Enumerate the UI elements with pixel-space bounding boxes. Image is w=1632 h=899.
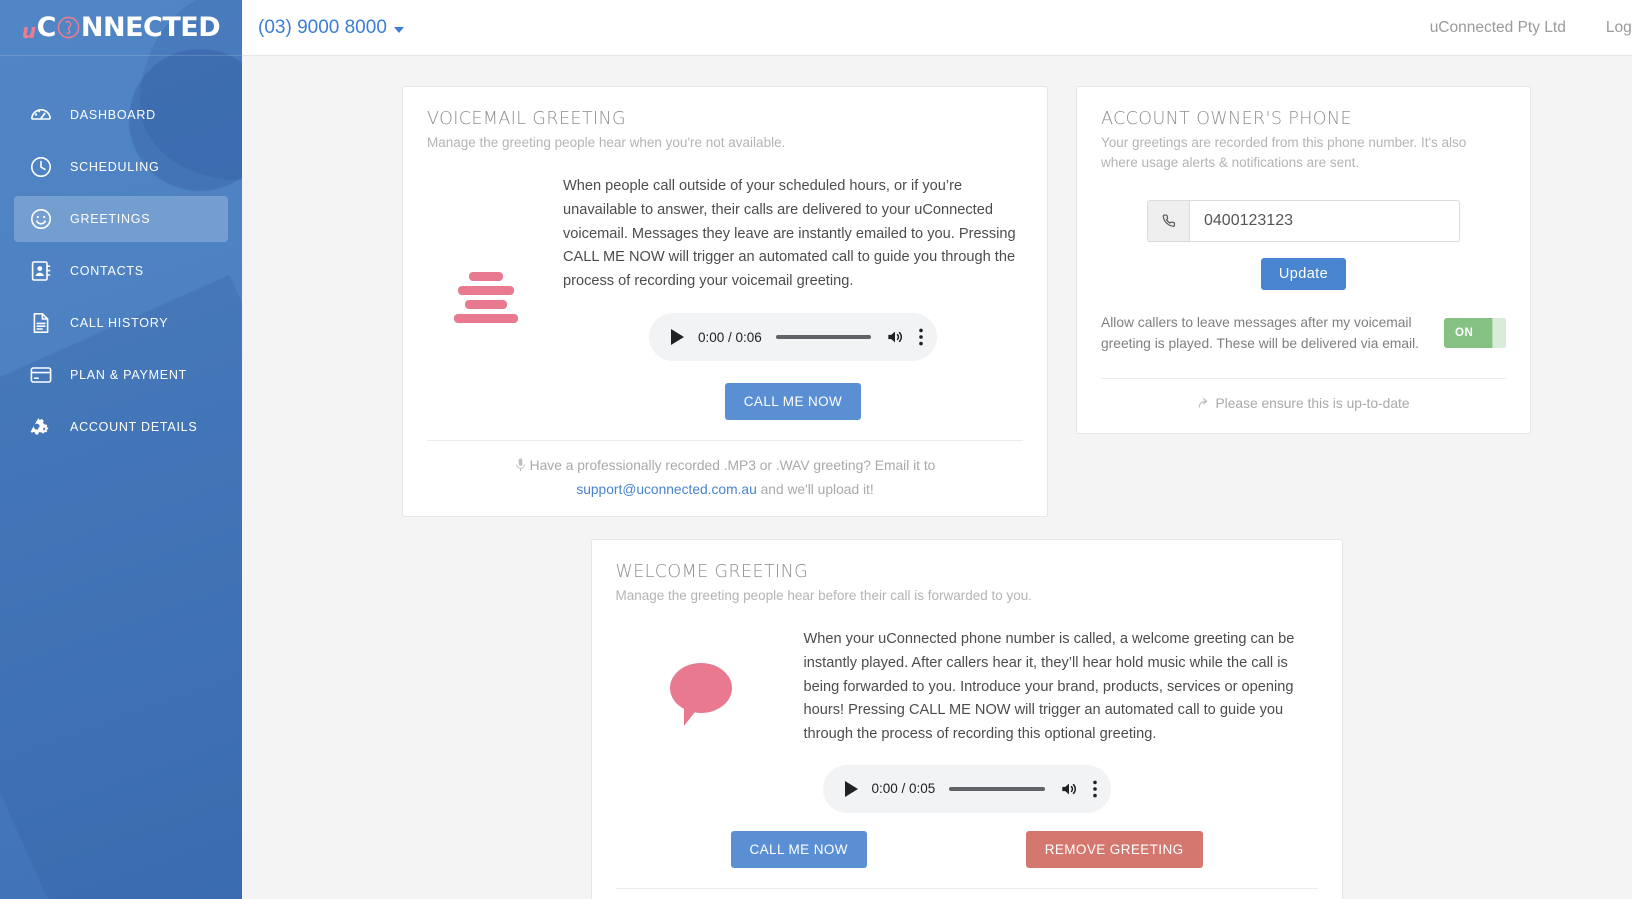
player-more-options-icon[interactable]	[919, 328, 923, 346]
volume-icon[interactable]	[885, 327, 905, 347]
welcome-description: When your uConnected phone number is cal…	[803, 631, 1295, 743]
sidebar-item-label: GREETINGS	[70, 212, 151, 226]
welcome-player-row: 0:00 / 0:05	[616, 764, 1318, 813]
update-phone-button[interactable]: Update	[1260, 257, 1347, 290]
welcome-player-time: 0:00 / 0:05	[871, 781, 936, 797]
voicemail-card-subtitle: Manage the greeting people hear when you…	[427, 135, 786, 150]
owner-phone-card-subtitle: Your greetings are recorded from this ph…	[1101, 135, 1467, 171]
sidebar-item-label: PLAN & PAYMENT	[70, 368, 188, 382]
logo-phone-circle-icon	[57, 16, 80, 39]
update-button-row: Update	[1101, 257, 1506, 290]
logo-u-letter: u	[21, 18, 36, 43]
voicemail-messages-toggle-row: Allow callers to leave messages after my…	[1101, 312, 1506, 359]
remove-greeting-button[interactable]: REMOVE GREETING	[1025, 830, 1203, 868]
sidebar-nav: DASHBOARD SCHEDULING GREETINGS CONTACTS …	[0, 56, 242, 450]
voicemail-description: When people call outside of your schedul…	[563, 178, 1016, 289]
voicemail-footer-text-before: Have a professionally recorded .MP3 or .…	[529, 458, 936, 474]
voicemail-card-title: VOICEMAIL GREETING	[427, 109, 626, 129]
gears-icon	[28, 414, 54, 440]
credit-card-icon	[28, 362, 54, 388]
welcome-card-footer: Exclusively for STANDARD & COMPLETE memb…	[615, 887, 1318, 899]
voicemail-card-body: When people call outside of your schedul…	[427, 153, 1023, 421]
welcome-card-body: When your uConnected phone number is cal…	[616, 606, 1318, 746]
microphone-icon	[515, 457, 526, 478]
voicemail-messages-toggle-label: Allow callers to leave messages after my…	[1101, 314, 1420, 351]
welcome-card-title: WELCOME GREETING	[615, 562, 809, 583]
voicemail-greeting-card: VOICEMAIL GREETING Manage the greeting p…	[402, 86, 1048, 518]
sidebar-item-plan-payment[interactable]: PLAN & PAYMENT	[14, 352, 228, 398]
arrow-curve-icon	[1197, 395, 1211, 416]
company-name[interactable]: uConnected Pty Ltd	[1430, 19, 1566, 37]
play-icon[interactable]	[671, 329, 684, 346]
main-area: (03) 9000 8000 uConnected Pty Ltd Log Ou…	[242, 0, 1632, 899]
logo-c-letter: C	[36, 12, 57, 43]
sidebar-item-label: ACCOUNT DETAILS	[70, 420, 198, 434]
welcome-card-row: WELCOME GREETING Manage the greeting peo…	[242, 539, 1632, 899]
welcome-greeting-card: WELCOME GREETING Manage the greeting peo…	[590, 539, 1343, 899]
sidebar-item-account-details[interactable]: ACCOUNT DETAILS	[14, 404, 228, 450]
welcome-audio-player[interactable]: 0:00 / 0:05	[822, 764, 1111, 813]
content-area: VOICEMAIL GREETING Manage the greeting p…	[242, 56, 1632, 899]
chevron-down-icon	[393, 26, 404, 33]
app-root: u C NNECTED DASHBOARD SCHEDULING GREETIN…	[0, 0, 1632, 899]
voicemail-player-time: 0:00 / 0:06	[698, 329, 762, 345]
speech-bubble-icon	[616, 628, 786, 746]
owner-phone-input[interactable]	[1189, 199, 1460, 242]
sidebar-item-label: DASHBOARD	[70, 108, 156, 122]
phone-icon	[1147, 199, 1189, 242]
top-cards-row: VOICEMAIL GREETING Manage the greeting p…	[242, 86, 1632, 518]
voicemail-bars-icon	[427, 175, 545, 420]
welcome-card-subtitle: Manage the greeting people hear before t…	[615, 588, 1033, 604]
toggle-knob	[1492, 317, 1506, 348]
sidebar-item-contacts[interactable]: CONTACTS	[14, 248, 228, 294]
owner-phone-input-group	[1101, 199, 1506, 242]
logo-rest-letters: NNECTED	[80, 12, 221, 43]
topbar: (03) 9000 8000 uConnected Pty Ltd Log Ou…	[242, 0, 1632, 56]
account-owner-phone-card: ACCOUNT OWNER'S PHONE Your greetings are…	[1076, 86, 1531, 434]
player-more-options-icon[interactable]	[1092, 780, 1097, 798]
welcome-call-me-now-button[interactable]: CALL ME NOW	[730, 830, 867, 868]
sidebar-item-label: CALL HISTORY	[70, 316, 169, 330]
topbar-right: uConnected Pty Ltd Log Out	[1430, 19, 1632, 37]
brand-logo[interactable]: u C NNECTED	[0, 0, 242, 56]
welcome-buttons-row: CALL ME NOW REMOVE GREETING	[616, 830, 1318, 868]
smiley-icon	[28, 206, 54, 232]
sidebar-item-label: SCHEDULING	[70, 160, 160, 174]
phone-number-dropdown[interactable]: (03) 9000 8000	[258, 17, 404, 39]
voicemail-audio-player[interactable]: 0:00 / 0:06	[649, 313, 937, 362]
allow-messages-toggle[interactable]: ON	[1444, 317, 1506, 348]
logout-link[interactable]: Log Out	[1606, 19, 1632, 37]
contacts-book-icon	[28, 258, 54, 284]
sidebar-item-greetings[interactable]: GREETINGS	[14, 196, 228, 242]
volume-icon[interactable]	[1059, 779, 1079, 799]
play-icon[interactable]	[844, 780, 858, 797]
owner-phone-card-footer: Please ensure this is up-to-date	[1101, 378, 1506, 432]
sidebar: u C NNECTED DASHBOARD SCHEDULING GREETIN…	[0, 0, 242, 899]
clock-icon	[28, 154, 54, 180]
dashboard-icon	[28, 102, 54, 128]
voicemail-call-me-now-button[interactable]: CALL ME NOW	[724, 383, 862, 421]
voicemail-footer-text-after: and we'll upload it!	[756, 481, 874, 497]
sidebar-item-scheduling[interactable]: SCHEDULING	[14, 144, 228, 190]
voicemail-card-footer: Have a professionally recorded .MP3 or .…	[427, 440, 1023, 516]
audio-progress-slider[interactable]	[949, 786, 1045, 791]
phone-number-label: (03) 9000 8000	[258, 16, 387, 38]
owner-phone-footer-text: Please ensure this is up-to-date	[1215, 396, 1410, 412]
support-email-link[interactable]: support@uconnected.com.au	[576, 482, 756, 497]
audio-progress-slider[interactable]	[775, 335, 871, 340]
owner-phone-card-title: ACCOUNT OWNER'S PHONE	[1101, 109, 1352, 129]
toggle-state-label: ON	[1455, 326, 1474, 339]
sidebar-item-label: CONTACTS	[70, 264, 144, 278]
document-icon	[28, 310, 54, 336]
sidebar-item-call-history[interactable]: CALL HISTORY	[14, 300, 228, 346]
sidebar-item-dashboard[interactable]: DASHBOARD	[14, 92, 228, 138]
